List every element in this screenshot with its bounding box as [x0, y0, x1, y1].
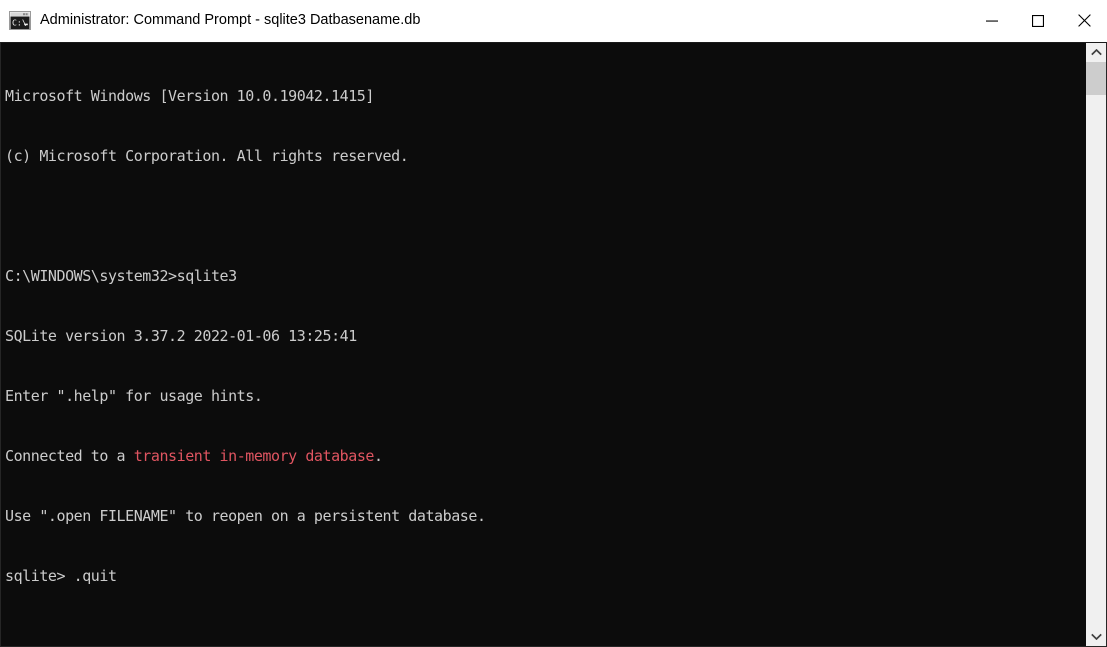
terminal-line-prefix: Connected to a — [5, 447, 134, 465]
scrollbar-thumb[interactable] — [1086, 62, 1106, 95]
window-title: Administrator: Command Prompt - sqlite3 … — [40, 12, 421, 28]
console-area: Microsoft Windows [Version 10.0.19042.14… — [0, 42, 1107, 647]
terminal-lines: Microsoft Windows [Version 10.0.19042.14… — [5, 46, 1085, 646]
terminal-line: Enter ".help" for usage hints. — [5, 387, 263, 405]
command-prompt-window: C:\ Administrator: Command Prompt - sqli… — [0, 0, 1107, 647]
terminal-line-highlighted: Connected to a transient in-memory datab… — [5, 446, 1085, 466]
terminal-line-accent: transient in-memory database — [133, 447, 375, 465]
vertical-scrollbar[interactable] — [1085, 43, 1106, 646]
maximize-button[interactable] — [1015, 0, 1061, 41]
minimize-button[interactable] — [969, 0, 1015, 41]
terminal-output[interactable]: Microsoft Windows [Version 10.0.19042.14… — [1, 43, 1085, 646]
terminal-line: Use ".open FILENAME" to reopen on a pers… — [5, 507, 486, 525]
scroll-up-icon[interactable] — [1086, 43, 1106, 62]
close-button[interactable] — [1061, 0, 1107, 41]
cmd-console-icon[interactable]: C:\ — [9, 11, 31, 30]
terminal-line: sqlite> .quit — [5, 567, 117, 585]
terminal-line: C:\WINDOWS\system32>sqlite3 — [5, 267, 237, 285]
svg-text:C:\: C:\ — [12, 18, 27, 28]
terminal-line: SQLite version 3.37.2 2022-01-06 13:25:4… — [5, 327, 357, 345]
scrollbar-track[interactable] — [1086, 62, 1106, 627]
title-bar-left: C:\ Administrator: Command Prompt - sqli… — [0, 11, 969, 30]
terminal-line: (c) Microsoft Corporation. All rights re… — [5, 147, 409, 165]
scroll-down-icon[interactable] — [1086, 627, 1106, 646]
title-bar[interactable]: C:\ Administrator: Command Prompt - sqli… — [0, 0, 1107, 42]
terminal-line-suffix: . — [373, 447, 383, 465]
window-controls — [969, 0, 1107, 41]
terminal-line: Microsoft Windows [Version 10.0.19042.14… — [5, 87, 374, 105]
